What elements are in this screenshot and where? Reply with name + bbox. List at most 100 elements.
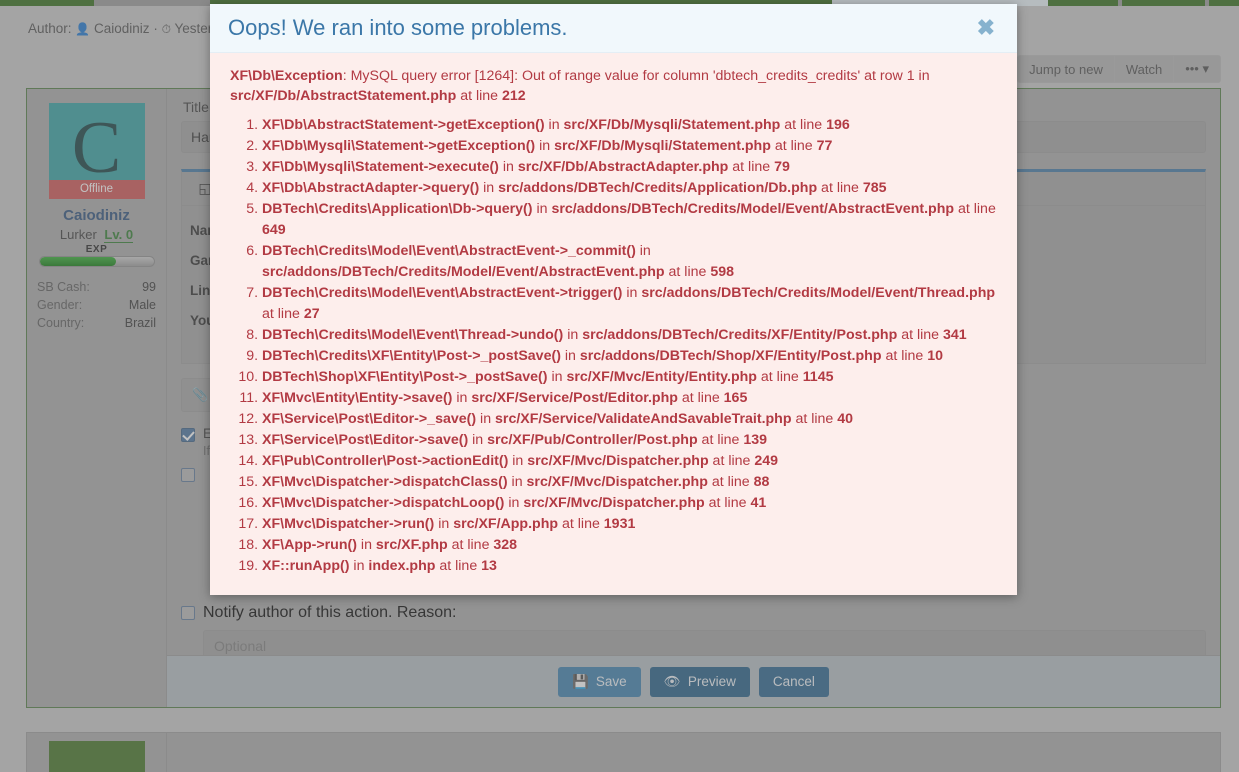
close-icon[interactable]: ✖ <box>973 15 999 41</box>
trace-function: XF\App->run() <box>262 537 357 553</box>
trace-line-number: 785 <box>862 180 887 196</box>
trace-file: src/addons/DBTech/Credits/Model/Event/Th… <box>641 285 996 301</box>
trace-file: src/XF/Db/AbstractAdapter.php <box>517 159 729 175</box>
trace-file: src/XF/Pub/Controller/Post.php <box>487 432 698 448</box>
trace-function: XF::runApp() <box>262 558 350 574</box>
trace-file: src/addons/DBTech/Credits/Application/Db… <box>498 180 818 196</box>
trace-file: src/XF/Service/ValidateAndSavableTrait.p… <box>495 411 792 427</box>
exception-at-label: at line <box>456 88 503 104</box>
exception-message: : MySQL query error [1264]: Out of range… <box>342 68 930 84</box>
modal-title: Oops! We ran into some problems. <box>228 15 568 40</box>
exception-line-number: 212 <box>502 88 526 104</box>
trace-in-label: in <box>507 474 527 490</box>
stack-trace-item: XF\Db\AbstractStatement->getException() … <box>262 115 1001 136</box>
exception-file: src/XF/Db/AbstractStatement.php <box>230 88 457 104</box>
trace-function: XF\Service\Post\Editor->save() <box>262 432 469 448</box>
trace-in-label: in <box>532 201 552 217</box>
trace-function: DBTech\Shop\XF\Entity\Post->_postSave() <box>262 369 548 385</box>
trace-function: DBTech\Credits\XF\Entity\Post->_postSave… <box>262 348 561 364</box>
stack-trace-item: XF\Mvc\Dispatcher->run() in src/XF/App.p… <box>262 514 1001 535</box>
modal-body: XF\Db\Exception: MySQL query error [1264… <box>210 53 1017 595</box>
trace-at-label: at line <box>780 117 827 133</box>
trace-at-label: at line <box>708 453 755 469</box>
trace-file: src/addons/DBTech/Credits/Model/Event/Ab… <box>551 201 955 217</box>
trace-line-number: 13 <box>481 558 497 574</box>
stack-trace-item: XF\Db\Mysqli\Statement->execute() in src… <box>262 157 1001 178</box>
trace-line-number: 598 <box>710 264 734 280</box>
trace-line-number: 27 <box>303 306 320 322</box>
trace-in-label: in <box>498 159 518 175</box>
exception-summary: XF\Db\Exception: MySQL query error [1264… <box>230 66 1001 106</box>
trace-at-label: at line <box>704 495 751 511</box>
trace-in-label: in <box>622 285 642 301</box>
trace-in-label: in <box>504 495 524 511</box>
trace-file: src/addons/DBTech/Credits/Model/Event/Ab… <box>262 264 665 280</box>
trace-at-label: at line <box>728 159 775 175</box>
trace-function: XF\Mvc\Dispatcher->dispatchLoop() <box>262 495 505 511</box>
trace-line-number: 139 <box>743 432 768 448</box>
trace-function: XF\Db\AbstractStatement->getException() <box>262 117 545 133</box>
trace-at-label: at line <box>697 432 744 448</box>
stack-trace-item: XF\App->run() in src/XF.php at line 328 <box>262 535 1001 556</box>
trace-function: XF\Service\Post\Editor->_save() <box>262 411 477 427</box>
trace-line-number: 249 <box>754 453 779 469</box>
trace-line-number: 196 <box>826 117 850 133</box>
trace-file: src/XF.php <box>375 537 448 553</box>
error-modal: Oops! We ran into some problems. ✖ XF\Db… <box>210 4 1017 595</box>
trace-file: src/XF/Mvc/Dispatcher.php <box>526 474 708 490</box>
trace-line-number: 1145 <box>802 369 834 385</box>
trace-file: src/XF/Service/Post/Editor.php <box>471 390 678 406</box>
trace-file: src/XF/Mvc/Dispatcher.php <box>523 495 705 511</box>
trace-in-label: in <box>544 117 564 133</box>
trace-file: src/XF/Db/Mysqli/Statement.php <box>563 117 781 133</box>
trace-in-label: in <box>452 390 472 406</box>
stack-trace-item: XF\Mvc\Dispatcher->dispatchLoop() in src… <box>262 493 1001 514</box>
trace-in-label: in <box>434 516 454 532</box>
trace-at-label: at line <box>770 138 817 154</box>
stack-trace-item: DBTech\Shop\XF\Entity\Post->_postSave() … <box>262 367 1001 388</box>
trace-file: src/addons/DBTech/Credits/XF/Entity/Post… <box>582 327 898 343</box>
trace-line-number: 328 <box>493 537 518 553</box>
trace-function: XF\Mvc\Dispatcher->run() <box>262 516 435 532</box>
stack-trace-item: DBTech\Credits\Model\Event\Thread->undo(… <box>262 325 1001 346</box>
trace-function: DBTech\Credits\Model\Event\Thread->undo(… <box>262 327 564 343</box>
trace-in-label: in <box>356 537 376 553</box>
trace-function: DBTech\Credits\Application\Db->query() <box>262 201 533 217</box>
modal-header: Oops! We ran into some problems. ✖ <box>210 4 1017 53</box>
stack-trace-item: XF\Db\AbstractAdapter->query() in src/ad… <box>262 178 1001 199</box>
trace-at-label: at line <box>954 201 996 217</box>
trace-at-label: at line <box>262 306 304 322</box>
trace-function: XF\Db\Mysqli\Statement->getException() <box>262 138 536 154</box>
trace-at-label: at line <box>707 474 754 490</box>
stack-trace-item: XF\Service\Post\Editor->_save() in src/X… <box>262 409 1001 430</box>
trace-at-label: at line <box>756 369 803 385</box>
trace-function: XF\Mvc\Dispatcher->dispatchClass() <box>262 474 508 490</box>
trace-function: DBTech\Credits\Model\Event\AbstractEvent… <box>262 285 623 301</box>
trace-in-label: in <box>535 138 555 154</box>
trace-line-number: 77 <box>816 138 833 154</box>
trace-in-label: in <box>349 558 369 574</box>
trace-in-label: in <box>479 180 499 196</box>
trace-at-label: at line <box>435 558 482 574</box>
trace-function: XF\Db\Mysqli\Statement->execute() <box>262 159 499 175</box>
stack-trace-item: XF\Pub\Controller\Post->actionEdit() in … <box>262 451 1001 472</box>
trace-line-number: 41 <box>750 495 767 511</box>
stack-trace-item: DBTech\Credits\Model\Event\AbstractEvent… <box>262 283 1001 325</box>
trace-line-number: 341 <box>943 327 967 343</box>
stack-trace-item: DBTech\Credits\Model\Event\AbstractEvent… <box>262 241 1001 283</box>
trace-in-label: in <box>560 348 580 364</box>
screen-root: Author: 👤 Caiodiniz · ⏱ Yesterday Jump t… <box>0 0 1239 772</box>
trace-at-label: at line <box>664 264 711 280</box>
trace-function: XF\Mvc\Entity\Entity->save() <box>262 390 453 406</box>
trace-function: XF\Db\AbstractAdapter->query() <box>262 180 480 196</box>
stack-trace-item: DBTech\Credits\Application\Db->query() i… <box>262 199 1001 241</box>
trace-in-label: in <box>476 411 496 427</box>
stack-trace-item: XF\Mvc\Dispatcher->dispatchClass() in sr… <box>262 472 1001 493</box>
trace-file: src/XF/Mvc/Dispatcher.php <box>527 453 709 469</box>
trace-file: src/XF/App.php <box>453 516 559 532</box>
stack-trace-item: DBTech\Credits\XF\Entity\Post->_postSave… <box>262 346 1001 367</box>
stack-trace-item: XF\Db\Mysqli\Statement->getException() i… <box>262 136 1001 157</box>
trace-file: src/XF/Db/Mysqli/Statement.php <box>554 138 771 154</box>
trace-line-number: 165 <box>723 390 748 406</box>
trace-function: DBTech\Credits\Model\Event\AbstractEvent… <box>262 243 636 259</box>
